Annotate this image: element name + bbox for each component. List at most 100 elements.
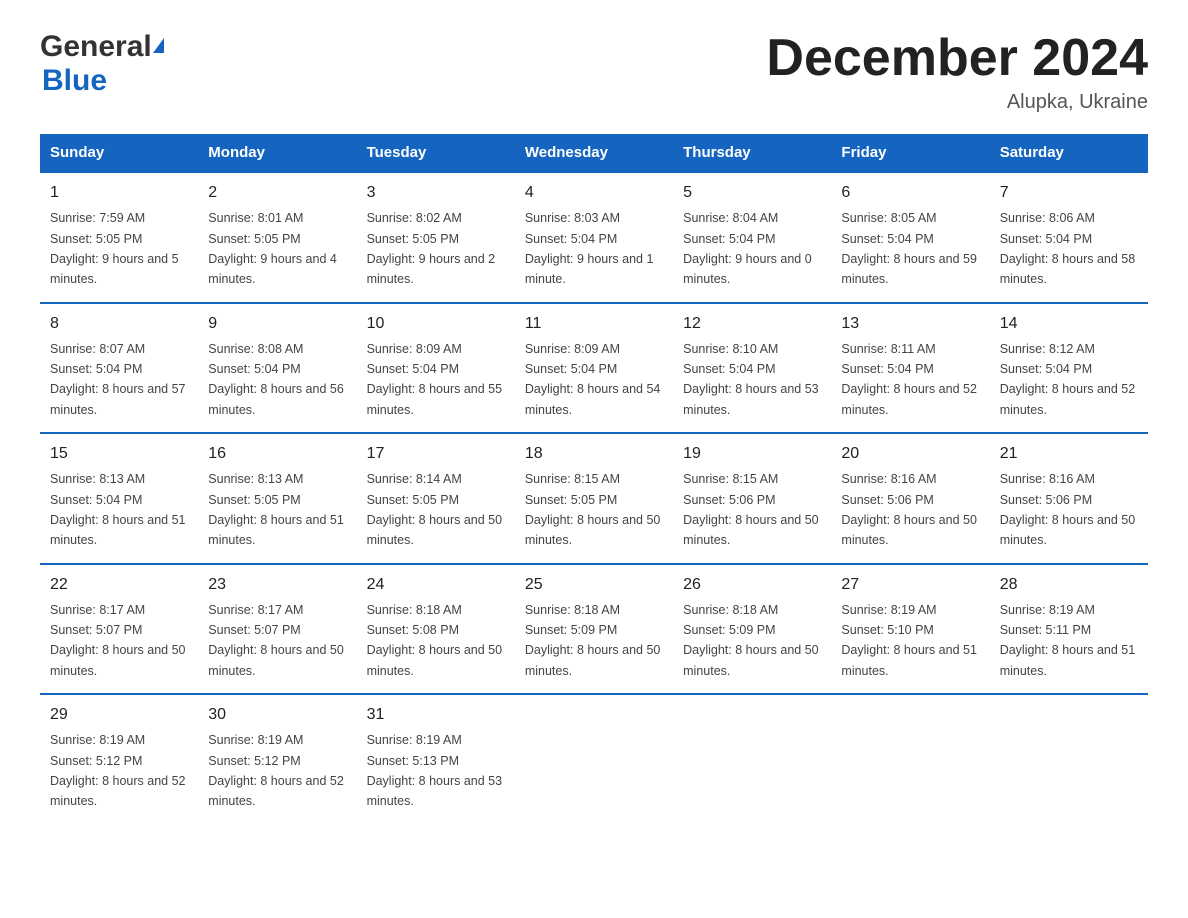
day-info: Sunrise: 7:59 AMSunset: 5:05 PMDaylight:… [50, 211, 179, 286]
day-number: 23 [208, 573, 346, 597]
day-number: 28 [1000, 573, 1138, 597]
day-info: Sunrise: 8:12 AMSunset: 5:04 PMDaylight:… [1000, 342, 1136, 417]
logo: General Blue [40, 30, 164, 98]
day-info: Sunrise: 8:18 AMSunset: 5:08 PMDaylight:… [367, 603, 503, 678]
calendar-cell: 25 Sunrise: 8:18 AMSunset: 5:09 PMDayligh… [515, 564, 673, 695]
calendar-header-row: SundayMondayTuesdayWednesdayThursdayFrid… [40, 134, 1148, 172]
day-number: 29 [50, 703, 188, 727]
day-number: 13 [841, 312, 979, 336]
page-header: General Blue December 2024 Alupka, Ukrai… [40, 30, 1148, 114]
day-info: Sunrise: 8:06 AMSunset: 5:04 PMDaylight:… [1000, 211, 1136, 286]
calendar-cell: 4 Sunrise: 8:03 AMSunset: 5:04 PMDaylight… [515, 172, 673, 303]
calendar-cell [831, 694, 989, 824]
logo-blue: Blue [42, 64, 107, 98]
day-number: 21 [1000, 442, 1138, 466]
calendar-cell: 28 Sunrise: 8:19 AMSunset: 5:11 PMDayligh… [990, 564, 1148, 695]
calendar-cell: 10Sunrise: 8:09 AMSunset: 5:04 PMDayligh… [357, 303, 515, 434]
day-info: Sunrise: 8:05 AMSunset: 5:04 PMDaylight:… [841, 211, 977, 286]
col-header-monday: Monday [198, 134, 356, 172]
calendar-cell: 5 Sunrise: 8:04 AMSunset: 5:04 PMDaylight… [673, 172, 831, 303]
day-info: Sunrise: 8:04 AMSunset: 5:04 PMDaylight:… [683, 211, 812, 286]
calendar-cell [673, 694, 831, 824]
day-info: Sunrise: 8:07 AMSunset: 5:04 PMDaylight:… [50, 342, 186, 417]
calendar-cell: 11Sunrise: 8:09 AMSunset: 5:04 PMDayligh… [515, 303, 673, 434]
week-row-3: 15 Sunrise: 8:13 AMSunset: 5:04 PMDayligh… [40, 433, 1148, 564]
day-info: Sunrise: 8:13 AMSunset: 5:05 PMDaylight:… [208, 472, 344, 547]
calendar-cell: 2Sunrise: 8:01 AMSunset: 5:05 PMDaylight… [198, 172, 356, 303]
week-row-1: 1Sunrise: 7:59 AMSunset: 5:05 PMDaylight… [40, 172, 1148, 303]
day-number: 12 [683, 312, 821, 336]
calendar-cell: 24 Sunrise: 8:18 AMSunset: 5:08 PMDayligh… [357, 564, 515, 695]
title-section: December 2024 Alupka, Ukraine [766, 30, 1148, 114]
calendar-cell: 1Sunrise: 7:59 AMSunset: 5:05 PMDaylight… [40, 172, 198, 303]
day-number: 25 [525, 573, 663, 597]
day-number: 18 [525, 442, 663, 466]
day-info: Sunrise: 8:02 AMSunset: 5:05 PMDaylight:… [367, 211, 496, 286]
day-info: Sunrise: 8:17 AMSunset: 5:07 PMDaylight:… [208, 603, 344, 678]
day-info: Sunrise: 8:16 AMSunset: 5:06 PMDaylight:… [1000, 472, 1136, 547]
day-info: Sunrise: 8:15 AMSunset: 5:05 PMDaylight:… [525, 472, 661, 547]
day-number: 14 [1000, 312, 1138, 336]
day-info: Sunrise: 8:09 AMSunset: 5:04 PMDaylight:… [525, 342, 661, 417]
day-info: Sunrise: 8:13 AMSunset: 5:04 PMDaylight:… [50, 472, 186, 547]
day-number: 26 [683, 573, 821, 597]
day-info: Sunrise: 8:14 AMSunset: 5:05 PMDaylight:… [367, 472, 503, 547]
calendar-cell: 21 Sunrise: 8:16 AMSunset: 5:06 PMDayligh… [990, 433, 1148, 564]
day-number: 10 [367, 312, 505, 336]
day-info: Sunrise: 8:19 AMSunset: 5:12 PMDaylight:… [50, 733, 186, 808]
day-number: 9 [208, 312, 346, 336]
calendar-cell: 9 Sunrise: 8:08 AMSunset: 5:04 PMDaylight… [198, 303, 356, 434]
day-info: Sunrise: 8:08 AMSunset: 5:04 PMDaylight:… [208, 342, 344, 417]
day-number: 2 [208, 181, 346, 205]
location: Alupka, Ukraine [766, 91, 1148, 114]
calendar-table: SundayMondayTuesdayWednesdayThursdayFrid… [40, 134, 1148, 824]
day-info: Sunrise: 8:18 AMSunset: 5:09 PMDaylight:… [525, 603, 661, 678]
day-number: 22 [50, 573, 188, 597]
day-info: Sunrise: 8:16 AMSunset: 5:06 PMDaylight:… [841, 472, 977, 547]
day-number: 5 [683, 181, 821, 205]
calendar-cell: 31Sunrise: 8:19 AMSunset: 5:13 PMDayligh… [357, 694, 515, 824]
calendar-cell: 22 Sunrise: 8:17 AMSunset: 5:07 PMDayligh… [40, 564, 198, 695]
day-number: 4 [525, 181, 663, 205]
col-header-saturday: Saturday [990, 134, 1148, 172]
col-header-thursday: Thursday [673, 134, 831, 172]
month-title: December 2024 [766, 30, 1148, 87]
day-number: 31 [367, 703, 505, 727]
col-header-friday: Friday [831, 134, 989, 172]
logo-general: General [40, 30, 164, 64]
day-info: Sunrise: 8:03 AMSunset: 5:04 PMDaylight:… [525, 211, 654, 286]
calendar-cell: 20 Sunrise: 8:16 AMSunset: 5:06 PMDayligh… [831, 433, 989, 564]
calendar-cell: 27 Sunrise: 8:19 AMSunset: 5:10 PMDayligh… [831, 564, 989, 695]
week-row-2: 8 Sunrise: 8:07 AMSunset: 5:04 PMDaylight… [40, 303, 1148, 434]
day-number: 7 [1000, 181, 1138, 205]
day-number: 17 [367, 442, 505, 466]
calendar-cell: 29 Sunrise: 8:19 AMSunset: 5:12 PMDayligh… [40, 694, 198, 824]
day-number: 8 [50, 312, 188, 336]
day-number: 27 [841, 573, 979, 597]
calendar-cell: 23 Sunrise: 8:17 AMSunset: 5:07 PMDayligh… [198, 564, 356, 695]
calendar-cell: 14 Sunrise: 8:12 AMSunset: 5:04 PMDayligh… [990, 303, 1148, 434]
day-number: 15 [50, 442, 188, 466]
calendar-cell: 15 Sunrise: 8:13 AMSunset: 5:04 PMDayligh… [40, 433, 198, 564]
day-info: Sunrise: 8:11 AMSunset: 5:04 PMDaylight:… [841, 342, 977, 417]
day-info: Sunrise: 8:19 AMSunset: 5:11 PMDaylight:… [1000, 603, 1136, 678]
calendar-cell: 8 Sunrise: 8:07 AMSunset: 5:04 PMDaylight… [40, 303, 198, 434]
calendar-cell: 6Sunrise: 8:05 AMSunset: 5:04 PMDaylight… [831, 172, 989, 303]
day-info: Sunrise: 8:18 AMSunset: 5:09 PMDaylight:… [683, 603, 819, 678]
col-header-wednesday: Wednesday [515, 134, 673, 172]
calendar-cell: 16 Sunrise: 8:13 AMSunset: 5:05 PMDayligh… [198, 433, 356, 564]
calendar-cell: 13 Sunrise: 8:11 AMSunset: 5:04 PMDayligh… [831, 303, 989, 434]
day-number: 16 [208, 442, 346, 466]
calendar-cell [990, 694, 1148, 824]
day-info: Sunrise: 8:19 AMSunset: 5:10 PMDaylight:… [841, 603, 977, 678]
col-header-tuesday: Tuesday [357, 134, 515, 172]
day-number: 24 [367, 573, 505, 597]
day-number: 3 [367, 181, 505, 205]
day-number: 20 [841, 442, 979, 466]
day-info: Sunrise: 8:15 AMSunset: 5:06 PMDaylight:… [683, 472, 819, 547]
calendar-cell [515, 694, 673, 824]
day-number: 30 [208, 703, 346, 727]
day-info: Sunrise: 8:10 AMSunset: 5:04 PMDaylight:… [683, 342, 819, 417]
day-info: Sunrise: 8:17 AMSunset: 5:07 PMDaylight:… [50, 603, 186, 678]
day-number: 19 [683, 442, 821, 466]
